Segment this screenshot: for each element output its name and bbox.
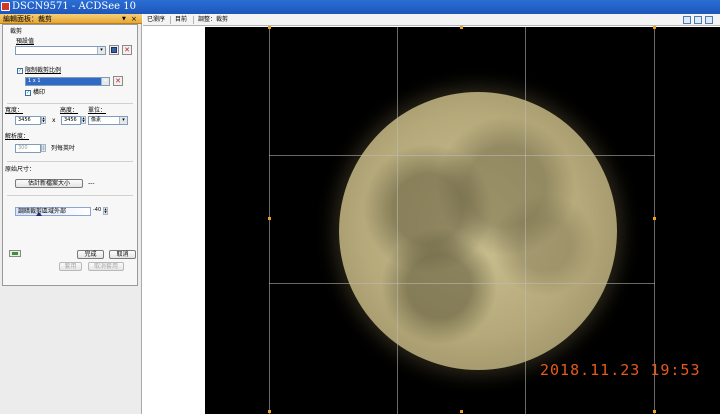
darken-outside-label: 調暗裁剪區域外部: [18, 208, 67, 215]
save-preset-button[interactable]: [109, 45, 119, 55]
resolution-label: 解析度：: [5, 133, 30, 140]
crop-handle-bottom-right[interactable]: [653, 410, 656, 413]
landscape-checkbox[interactable]: ✓: [25, 90, 31, 96]
crop-handle-bottom-left[interactable]: [268, 410, 271, 413]
height-spinner[interactable]: ▲ ▼: [81, 116, 86, 124]
estimate-result: ---: [88, 180, 95, 187]
help-button[interactable]: [9, 250, 21, 257]
times-sign: x: [52, 117, 56, 124]
moon-photo: [339, 92, 617, 370]
chevron-down-icon: ▾: [101, 78, 109, 85]
cancel-button[interactable]: 取消: [109, 250, 136, 259]
panel-close-icon[interactable]: ×: [131, 14, 137, 24]
undo-apply-button[interactable]: 取消套用: [88, 262, 124, 271]
height-input[interactable]: 3456: [61, 116, 81, 125]
darken-outside-slider[interactable]: 調暗裁剪區域外部: [15, 207, 91, 216]
chevron-down-icon: ▾: [119, 117, 127, 124]
resolution-unit: 列每英吋: [51, 145, 76, 152]
divider: [7, 103, 133, 104]
crop-handle-left[interactable]: [268, 217, 271, 220]
unit-dropdown[interactable]: 像素 ▾: [88, 116, 128, 125]
crop-handle-top-right[interactable]: [653, 26, 656, 29]
acdsee-app-icon: [1, 2, 10, 11]
resolution-spinner[interactable]: ▲ ▼: [41, 144, 46, 152]
edit-panel-title: 編輯面板：裁剪: [3, 15, 52, 23]
apply-button[interactable]: 套用: [59, 262, 82, 271]
width-label: 寬度：: [5, 107, 24, 114]
close-icon: ✕: [115, 77, 121, 85]
full-view-icon[interactable]: [705, 16, 713, 24]
height-value: 3456: [64, 117, 77, 123]
resolution-input[interactable]: 300: [15, 144, 41, 153]
close-icon: ✕: [124, 46, 130, 54]
slider-thumb-icon[interactable]: [36, 212, 42, 216]
darken-value-input[interactable]: -40: [91, 207, 103, 216]
done-button[interactable]: 完成: [77, 250, 104, 259]
ratio-dropdown[interactable]: 1 x 1 ▾: [25, 77, 110, 86]
tab-divider: [170, 16, 171, 24]
crop-handle-top-left[interactable]: [268, 26, 271, 29]
unit-label: 單位：: [88, 107, 107, 114]
crop-handle-bottom[interactable]: [460, 410, 463, 413]
crop-grid-line: [525, 27, 526, 414]
crop-border-left[interactable]: [269, 27, 270, 414]
crop-settings-box: 裁剪 預設值 ▾ ✕ ✓ 限制裁剪比例 1 x 1 ▾ ✕ ✓ 橫印 寬度： 高…: [2, 24, 138, 286]
zoom-fit-icon[interactable]: [694, 16, 702, 24]
delete-preset-button[interactable]: ✕: [122, 45, 132, 55]
chevron-down-icon: ▾: [97, 47, 105, 54]
title-bar: DSCN9571 - ACDSee 10: [0, 0, 720, 14]
spin-down-icon: ▼: [82, 119, 85, 123]
edit-panel-header: 編輯面板：裁剪 ▼ ×: [0, 14, 142, 24]
preset-label: 預設值: [16, 38, 35, 45]
spin-down-icon: ▼: [42, 147, 45, 151]
crop-border-right[interactable]: [654, 27, 655, 414]
view-tab-bar: 已瀏序 目前 調整：裁剪: [143, 14, 720, 26]
photo-date-stamp: 2018.11.23 19:53: [540, 361, 701, 379]
tab-divider: [193, 16, 194, 24]
tab-current[interactable]: 目前: [175, 16, 187, 24]
landscape-label: 橫印: [33, 89, 46, 96]
crop-handle-top[interactable]: [460, 26, 463, 29]
window-title: DSCN9571 - ACDSee 10: [12, 1, 136, 12]
crop-grid-line: [397, 27, 398, 414]
save-icon: [111, 47, 117, 53]
crop-grid-line: [269, 283, 655, 284]
unit-value: 像素: [91, 117, 102, 123]
preset-dropdown[interactable]: ▾: [15, 46, 106, 55]
estimate-size-button[interactable]: 估計新檔案大小: [15, 179, 83, 188]
crop-grid-line: [269, 155, 655, 156]
original-size-label: 原始尺寸：: [5, 166, 36, 173]
darken-spinner[interactable]: ▲ ▼: [103, 207, 108, 215]
spin-down-icon: ▼: [104, 210, 107, 214]
width-value: 3456: [18, 117, 31, 123]
crop-outside-shade: [205, 27, 269, 414]
edit-panel: 編輯面板：裁剪 ▼ × 裁剪 預設值 ▾ ✕ ✓ 限制裁剪比例 1 x 1 ▾ …: [0, 14, 142, 414]
width-input[interactable]: 3456: [15, 116, 41, 125]
divider: [7, 195, 133, 196]
view-mode-icon[interactable]: [683, 16, 691, 24]
lock-ratio-label: 限制裁剪比例: [25, 67, 62, 74]
divider: [7, 161, 133, 162]
help-icon: [12, 252, 18, 255]
panel-menu-arrow-icon[interactable]: ▼: [122, 16, 126, 22]
darken-value: -40: [93, 207, 102, 213]
spin-down-icon: ▼: [42, 119, 45, 123]
tab-adjust-crop[interactable]: 調整：裁剪: [198, 16, 228, 24]
crop-handle-right[interactable]: [653, 217, 656, 220]
crop-outside-shade: [654, 27, 720, 414]
crop-section-title: 裁剪: [10, 28, 23, 35]
tab-browsed[interactable]: 已瀏序: [147, 16, 165, 24]
lock-ratio-checkbox[interactable]: ✓: [17, 68, 23, 74]
ratio-value: 1 x 1: [28, 78, 41, 84]
clear-ratio-button[interactable]: ✕: [113, 76, 123, 86]
width-spinner[interactable]: ▲ ▼: [41, 116, 46, 124]
height-label: 高度：: [60, 107, 79, 114]
resolution-value: 300: [18, 145, 28, 151]
